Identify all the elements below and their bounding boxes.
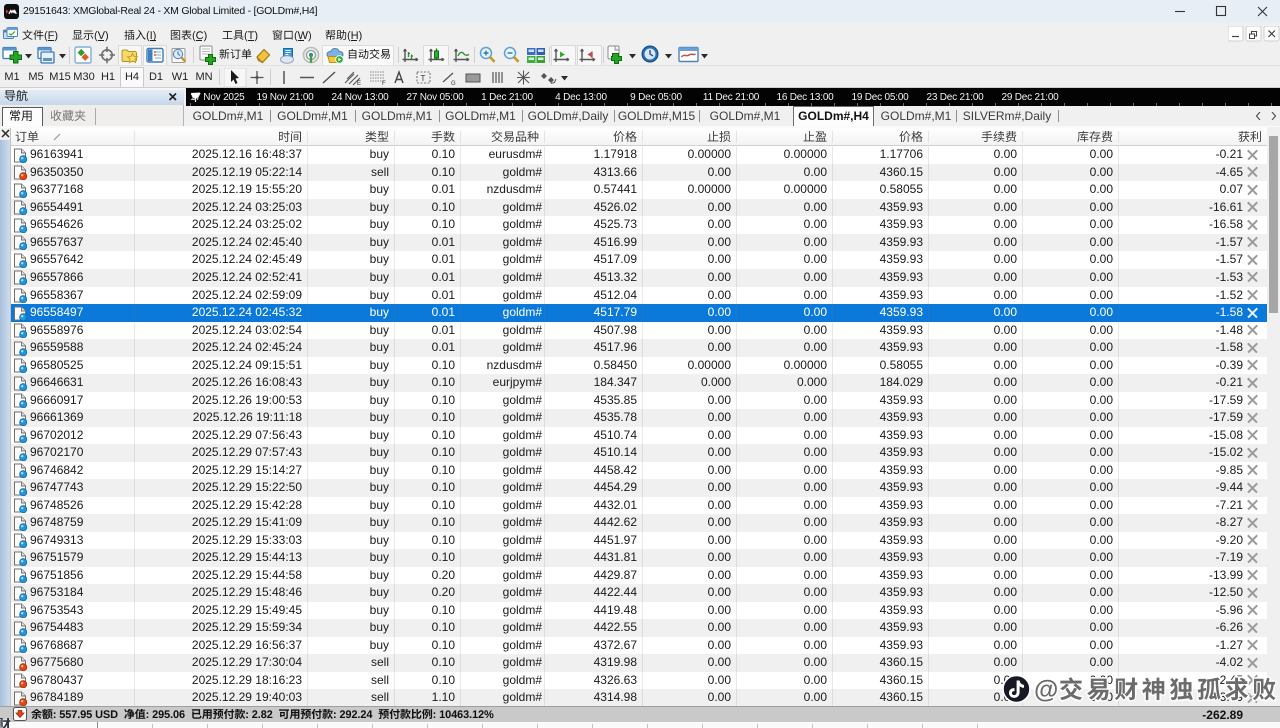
svg-text:@: @	[1034, 676, 1058, 704]
svg-text:T: T	[421, 74, 426, 83]
svg-text:E: E	[357, 81, 361, 87]
svg-text:F: F	[382, 81, 386, 87]
svg-text:G: G	[451, 81, 456, 87]
